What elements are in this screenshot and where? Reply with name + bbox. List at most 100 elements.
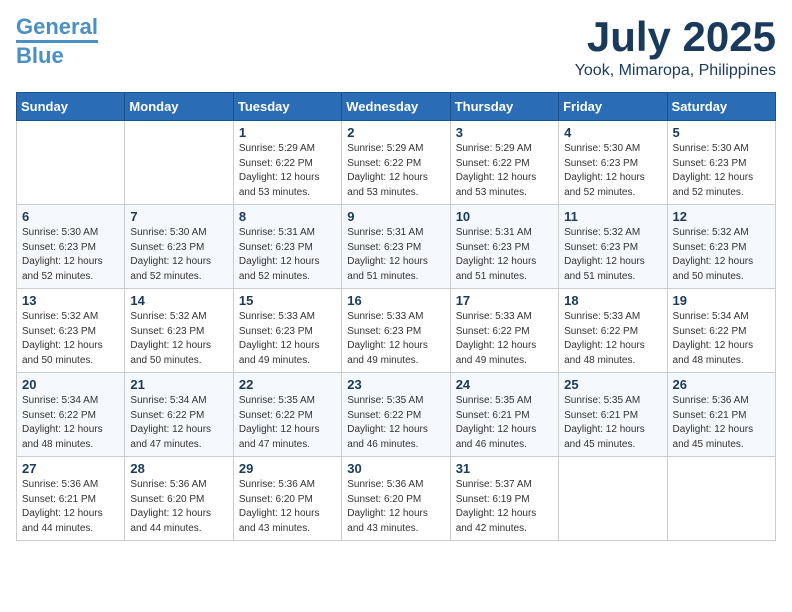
day-number: 1 [239,125,336,140]
logo-general: General [16,14,98,39]
cell-content: Sunrise: 5:30 AM Sunset: 6:23 PM Dayligh… [673,142,770,200]
calendar-cell: 20 Sunrise: 5:34 AM Sunset: 6:22 PM Dayli… [17,373,125,457]
cell-content: Sunrise: 5:36 AM Sunset: 6:21 PM Dayligh… [22,478,119,536]
cell-content: Sunrise: 5:32 AM Sunset: 6:23 PM Dayligh… [130,310,227,368]
day-number: 19 [673,293,770,308]
calendar-cell [667,457,775,541]
day-number: 13 [22,293,119,308]
day-number: 23 [347,377,444,392]
calendar-cell: 14 Sunrise: 5:32 AM Sunset: 6:23 PM Dayli… [125,289,233,373]
calendar-cell: 17 Sunrise: 5:33 AM Sunset: 6:22 PM Dayli… [450,289,558,373]
calendar-week-row: 27Sunrise: 5:36 AM Sunset: 6:21 PM Dayli… [17,457,776,541]
day-of-week-header: Friday [559,93,667,121]
calendar-cell: 27Sunrise: 5:36 AM Sunset: 6:21 PM Dayli… [17,457,125,541]
cell-content: Sunrise: 5:32 AM Sunset: 6:23 PM Dayligh… [673,226,770,284]
day-number: 4 [564,125,661,140]
cell-content: Sunrise: 5:33 AM Sunset: 6:22 PM Dayligh… [564,310,661,368]
day-number: 20 [22,377,119,392]
month-title: July 2025 [575,16,776,58]
day-number: 12 [673,209,770,224]
day-number: 2 [347,125,444,140]
logo-text: General [16,16,98,38]
calendar-cell: 18 Sunrise: 5:33 AM Sunset: 6:22 PM Dayli… [559,289,667,373]
calendar-cell: 29 Sunrise: 5:36 AM Sunset: 6:20 PM Dayli… [233,457,341,541]
cell-content: Sunrise: 5:37 AM Sunset: 6:19 PM Dayligh… [456,478,553,536]
calendar-cell: 5 Sunrise: 5:30 AM Sunset: 6:23 PM Daylig… [667,121,775,205]
cell-content: Sunrise: 5:30 AM Sunset: 6:23 PM Dayligh… [130,226,227,284]
day-of-week-header: Tuesday [233,93,341,121]
cell-content: Sunrise: 5:31 AM Sunset: 6:23 PM Dayligh… [347,226,444,284]
cell-content: Sunrise: 5:36 AM Sunset: 6:20 PM Dayligh… [239,478,336,536]
calendar-week-row: 20 Sunrise: 5:34 AM Sunset: 6:22 PM Dayli… [17,373,776,457]
calendar-cell: 6 Sunrise: 5:30 AM Sunset: 6:23 PM Daylig… [17,205,125,289]
cell-content: Sunrise: 5:31 AM Sunset: 6:23 PM Dayligh… [239,226,336,284]
cell-content: Sunrise: 5:29 AM Sunset: 6:22 PM Dayligh… [456,142,553,200]
day-number: 10 [456,209,553,224]
cell-content: Sunrise: 5:36 AM Sunset: 6:20 PM Dayligh… [130,478,227,536]
logo: General Blue [16,16,98,69]
cell-content: Sunrise: 5:35 AM Sunset: 6:22 PM Dayligh… [347,394,444,452]
day-number: 6 [22,209,119,224]
cell-content: Sunrise: 5:34 AM Sunset: 6:22 PM Dayligh… [130,394,227,452]
calendar-header-row: SundayMondayTuesdayWednesdayThursdayFrid… [17,93,776,121]
day-number: 5 [673,125,770,140]
cell-content: Sunrise: 5:33 AM Sunset: 6:23 PM Dayligh… [239,310,336,368]
cell-content: Sunrise: 5:33 AM Sunset: 6:23 PM Dayligh… [347,310,444,368]
day-number: 15 [239,293,336,308]
cell-content: Sunrise: 5:32 AM Sunset: 6:23 PM Dayligh… [564,226,661,284]
cell-content: Sunrise: 5:34 AM Sunset: 6:22 PM Dayligh… [22,394,119,452]
calendar-cell: 12 Sunrise: 5:32 AM Sunset: 6:23 PM Dayli… [667,205,775,289]
day-number: 22 [239,377,336,392]
day-number: 7 [130,209,227,224]
calendar-week-row: 13 Sunrise: 5:32 AM Sunset: 6:23 PM Dayli… [17,289,776,373]
day-number: 9 [347,209,444,224]
location-title: Yook, Mimaropa, Philippines [575,62,776,80]
calendar-cell: 25Sunrise: 5:35 AM Sunset: 6:21 PM Dayli… [559,373,667,457]
calendar-cell [17,121,125,205]
day-number: 24 [456,377,553,392]
day-of-week-header: Saturday [667,93,775,121]
calendar-cell: 28 Sunrise: 5:36 AM Sunset: 6:20 PM Dayli… [125,457,233,541]
day-of-week-header: Wednesday [342,93,450,121]
day-number: 17 [456,293,553,308]
calendar-cell: 24 Sunrise: 5:35 AM Sunset: 6:21 PM Dayli… [450,373,558,457]
calendar-cell: 11 Sunrise: 5:32 AM Sunset: 6:23 PM Dayli… [559,205,667,289]
day-number: 18 [564,293,661,308]
cell-content: Sunrise: 5:35 AM Sunset: 6:22 PM Dayligh… [239,394,336,452]
day-number: 31 [456,461,553,476]
day-number: 14 [130,293,227,308]
day-number: 11 [564,209,661,224]
calendar-cell: 4 Sunrise: 5:30 AM Sunset: 6:23 PM Daylig… [559,121,667,205]
page-header: General Blue July 2025 Yook, Mimaropa, P… [16,16,776,80]
calendar-cell [125,121,233,205]
calendar-cell: 23 Sunrise: 5:35 AM Sunset: 6:22 PM Dayli… [342,373,450,457]
calendar-cell: 10 Sunrise: 5:31 AM Sunset: 6:23 PM Dayli… [450,205,558,289]
calendar-cell: 26Sunrise: 5:36 AM Sunset: 6:21 PM Dayli… [667,373,775,457]
day-of-week-header: Monday [125,93,233,121]
cell-content: Sunrise: 5:35 AM Sunset: 6:21 PM Dayligh… [456,394,553,452]
day-number: 21 [130,377,227,392]
calendar-cell: 15 Sunrise: 5:33 AM Sunset: 6:23 PM Dayli… [233,289,341,373]
cell-content: Sunrise: 5:29 AM Sunset: 6:22 PM Dayligh… [239,142,336,200]
cell-content: Sunrise: 5:31 AM Sunset: 6:23 PM Dayligh… [456,226,553,284]
calendar-week-row: 1 Sunrise: 5:29 AM Sunset: 6:22 PM Daylig… [17,121,776,205]
cell-content: Sunrise: 5:33 AM Sunset: 6:22 PM Dayligh… [456,310,553,368]
day-number: 25 [564,377,661,392]
cell-content: Sunrise: 5:30 AM Sunset: 6:23 PM Dayligh… [564,142,661,200]
day-of-week-header: Thursday [450,93,558,121]
day-number: 28 [130,461,227,476]
day-number: 29 [239,461,336,476]
calendar-cell: 8 Sunrise: 5:31 AM Sunset: 6:23 PM Daylig… [233,205,341,289]
cell-content: Sunrise: 5:30 AM Sunset: 6:23 PM Dayligh… [22,226,119,284]
day-number: 16 [347,293,444,308]
logo-blue: Blue [16,43,64,69]
calendar-cell [559,457,667,541]
calendar-cell: 9 Sunrise: 5:31 AM Sunset: 6:23 PM Daylig… [342,205,450,289]
cell-content: Sunrise: 5:32 AM Sunset: 6:23 PM Dayligh… [22,310,119,368]
day-number: 8 [239,209,336,224]
calendar-cell: 19 Sunrise: 5:34 AM Sunset: 6:22 PM Dayli… [667,289,775,373]
title-block: July 2025 Yook, Mimaropa, Philippines [575,16,776,80]
calendar-cell: 3Sunrise: 5:29 AM Sunset: 6:22 PM Daylig… [450,121,558,205]
day-number: 26 [673,377,770,392]
cell-content: Sunrise: 5:34 AM Sunset: 6:22 PM Dayligh… [673,310,770,368]
